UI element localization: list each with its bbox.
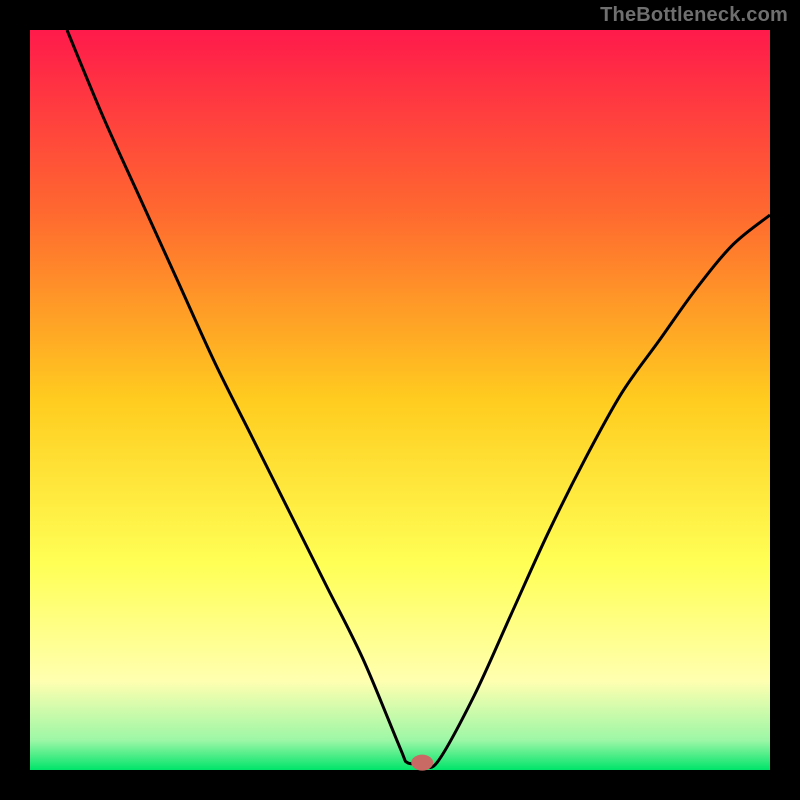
chart-container: TheBottleneck.com xyxy=(0,0,800,800)
plot-background xyxy=(30,30,770,770)
bottleneck-chart xyxy=(0,0,800,800)
optimal-point-marker xyxy=(411,755,433,771)
attribution-label: TheBottleneck.com xyxy=(600,4,788,27)
